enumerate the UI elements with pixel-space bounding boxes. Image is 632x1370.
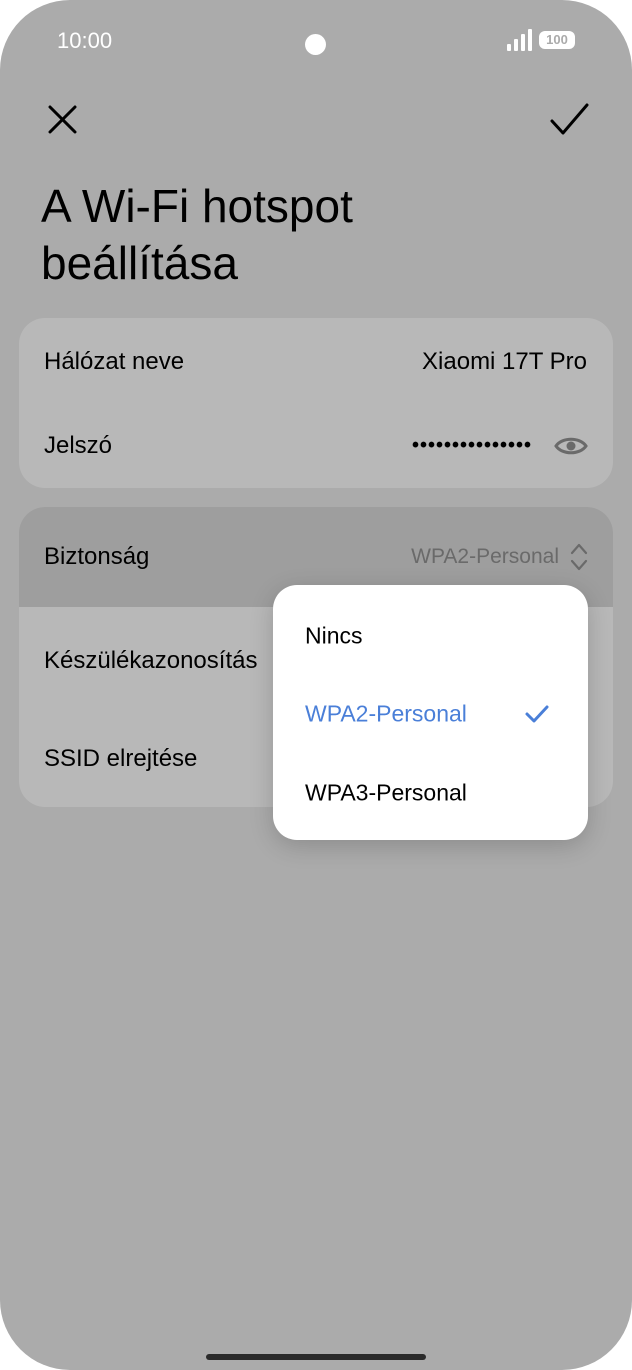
hide-ssid-label: SSID elrejtése <box>44 745 198 772</box>
password-row[interactable]: Jelszó ••••••••••••••• <box>19 404 613 488</box>
security-value: WPA2-Personal <box>411 545 559 568</box>
security-label: Biztonság <box>44 543 150 570</box>
network-name-label: Hálózat neve <box>44 348 185 375</box>
option-label: WPA2-Personal <box>305 700 467 726</box>
checkmark-icon[interactable] <box>541 95 597 145</box>
status-bar: 10:00 100 <box>0 0 632 86</box>
battery-icon: 100 <box>539 31 575 49</box>
eye-icon[interactable] <box>554 435 588 457</box>
option-wpa2-personal[interactable]: WPA2-Personal <box>273 674 588 753</box>
check-icon <box>525 705 549 722</box>
camera-cutout <box>305 34 326 55</box>
network-card: Hálózat neve Xiaomi 17T Pro Jelszó •••••… <box>19 318 613 488</box>
home-indicator[interactable] <box>206 1354 426 1360</box>
device-id-label: Készülékazonosítás <box>44 647 258 674</box>
page-title: A Wi-Fi hotspot beállítása <box>41 180 353 289</box>
password-value: ••••••••••••••• <box>411 434 532 457</box>
signal-icon <box>507 29 532 51</box>
updown-chevron-icon <box>570 543 588 571</box>
network-name-value: Xiaomi 17T Pro <box>422 348 587 375</box>
status-time: 10:00 <box>57 28 113 53</box>
network-name-row[interactable]: Hálózat neve Xiaomi 17T Pro <box>19 320 613 404</box>
phone-screen: 10:00 100 A Wi-Fi hotspot beállítása Hál… <box>0 0 632 1370</box>
close-icon[interactable] <box>38 95 88 145</box>
option-label: Nincs <box>305 622 363 648</box>
password-label: Jelszó <box>44 432 113 459</box>
option-none[interactable]: Nincs <box>273 596 588 675</box>
option-wpa3-personal[interactable]: WPA3-Personal <box>273 753 588 832</box>
security-dropdown: Nincs WPA2-Personal WPA3-Personal <box>273 585 588 840</box>
option-label: WPA3-Personal <box>305 779 467 805</box>
